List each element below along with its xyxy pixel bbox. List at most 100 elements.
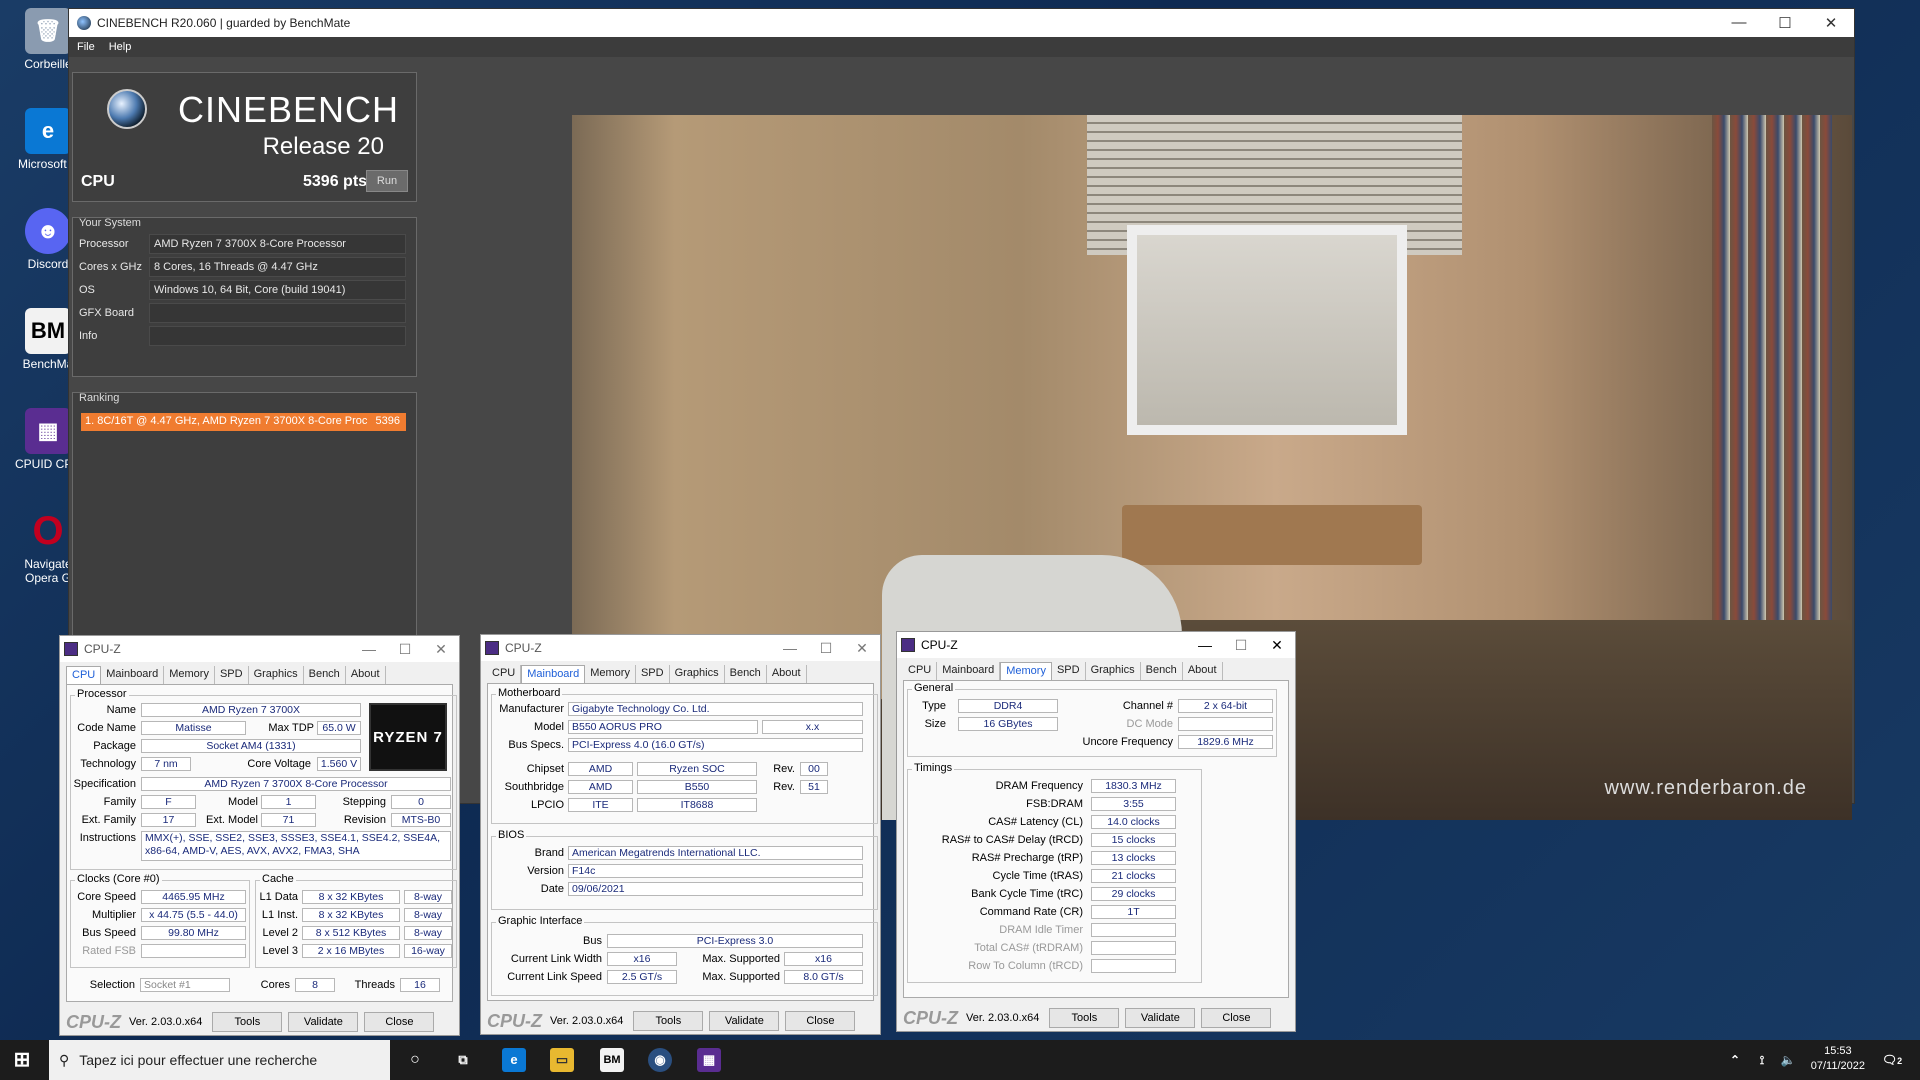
code-name: Matisse: [141, 721, 246, 735]
cpuid-icon: ▦: [25, 408, 71, 454]
tab-bench[interactable]: Bench: [304, 666, 346, 684]
maximize-button[interactable]: ☐: [808, 640, 844, 657]
file-explorer-icon[interactable]: ▭: [550, 1048, 574, 1072]
lpcio-vendor: ITE: [568, 798, 633, 812]
tab-memory[interactable]: Memory: [585, 665, 636, 683]
tab-about[interactable]: About: [346, 666, 386, 684]
cinebench-taskbar-icon[interactable]: ◉: [648, 1048, 672, 1072]
revision: MTS-B0: [391, 813, 451, 827]
run-button[interactable]: Run: [366, 170, 408, 192]
tools-button[interactable]: Tools: [1049, 1008, 1120, 1028]
tab-about[interactable]: About: [1183, 662, 1223, 680]
close-cpuz-button[interactable]: Close: [364, 1012, 435, 1032]
multiplier: x 44.75 (5.5 - 44.0): [141, 908, 246, 922]
cinebench-app-icon: [77, 16, 91, 30]
tab-bench[interactable]: Bench: [725, 665, 767, 683]
tab-cpu[interactable]: CPU: [903, 662, 938, 680]
close-cpuz-button[interactable]: Close: [785, 1011, 856, 1031]
close-button[interactable]: ✕: [423, 641, 459, 658]
chipset-name: Ryzen SOC: [637, 762, 757, 776]
chevron-up-icon[interactable]: ⌃: [1723, 1048, 1747, 1072]
l1-data: 8 x 32 KBytes: [302, 890, 400, 904]
gi-max-speed: 8.0 GT/s: [784, 970, 863, 984]
discord-icon: ☻: [25, 208, 71, 254]
render-window: [1127, 225, 1407, 435]
gi-link-speed: 2.5 GT/s: [607, 970, 677, 984]
lpcio-name: IT8688: [637, 798, 757, 812]
tab-graphics[interactable]: Graphics: [1086, 662, 1141, 680]
menu-help[interactable]: Help: [109, 41, 132, 53]
tab-mainboard[interactable]: Mainboard: [101, 666, 165, 684]
cpuz-window-cpu: CPU-Z — ☐ ✕ CPU Mainboard Memory SPD Graphics Be…: [59, 635, 460, 1036]
l1-data-ways: 8-way: [404, 890, 452, 904]
cpuz-logo: CPU-Z: [487, 1010, 542, 1031]
cpuz-window-memory: CPU-Z — ☐ ✕ CPU Mainboard Memory SPD Graphics Be…: [896, 631, 1296, 1032]
tab-graphics[interactable]: Graphics: [249, 666, 304, 684]
row-to-column: [1091, 959, 1176, 973]
close-button[interactable]: ✕: [1808, 14, 1854, 32]
network-icon[interactable]: ⟟: [1750, 1048, 1774, 1072]
gi-max-width: x16: [784, 952, 863, 966]
tab-cpu[interactable]: CPU: [66, 666, 102, 684]
cpuz-titlebar[interactable]: CPU-Z — ☐ ✕: [897, 632, 1295, 658]
volume-icon[interactable]: 🔈: [1776, 1048, 1800, 1072]
tab-bench[interactable]: Bench: [1141, 662, 1183, 680]
notification-icon[interactable]: 🗨2: [1880, 1048, 1904, 1072]
command-rate: 1T: [1091, 905, 1176, 919]
gi-link-width: x16: [607, 952, 677, 966]
maximize-button[interactable]: ☐: [1762, 14, 1808, 32]
search-box[interactable]: ⚲ Tapez ici pour effectuer une recherche: [49, 1040, 390, 1080]
memory-channels: 2 x 64-bit: [1178, 699, 1273, 713]
maximize-button[interactable]: ☐: [387, 641, 423, 658]
cpuz-titlebar[interactable]: CPU-Z — ☐ ✕: [481, 635, 880, 661]
menu-file[interactable]: File: [77, 41, 95, 53]
minimize-button[interactable]: —: [1716, 14, 1762, 32]
windows-start-icon[interactable]: ⊞: [10, 1048, 34, 1072]
bios-group: BIOS Brand American Megatrends Internatio…: [491, 829, 878, 910]
minimize-button[interactable]: —: [1187, 637, 1223, 654]
maximize-button[interactable]: ☐: [1223, 637, 1259, 654]
clock[interactable]: 15:53 07/11/2022: [1811, 1044, 1865, 1074]
cpuz-titlebar[interactable]: CPU-Z — ☐ ✕: [60, 636, 459, 662]
tab-memory[interactable]: Memory: [1000, 662, 1052, 680]
tab-spd[interactable]: SPD: [215, 666, 249, 684]
close-button[interactable]: ✕: [1259, 637, 1295, 654]
tab-memory[interactable]: Memory: [164, 666, 215, 684]
tools-button[interactable]: Tools: [212, 1012, 283, 1032]
mb-bus-specs: PCI-Express 4.0 (16.0 GT/s): [568, 738, 863, 752]
cpu-score: 5396 pts: [303, 173, 368, 190]
cortana-icon[interactable]: ○: [403, 1048, 427, 1072]
cpuz-footer: CPU-Z Ver. 2.03.0.x64 Tools Validate Close: [487, 1010, 874, 1032]
close-button[interactable]: ✕: [844, 640, 880, 657]
cpuz-tabs: CPU Mainboard Memory SPD Graphics Bench About: [487, 665, 874, 683]
cpuz-version: Ver. 2.03.0.x64: [550, 1015, 624, 1027]
cpuz-tabs: CPU Mainboard Memory SPD Graphics Bench About: [903, 662, 1289, 680]
validate-button[interactable]: Validate: [288, 1012, 359, 1032]
tab-mainboard[interactable]: Mainboard: [521, 665, 586, 683]
mb-model-rev: x.x: [762, 720, 863, 734]
edge-taskbar-icon[interactable]: e: [502, 1048, 526, 1072]
minimize-button[interactable]: —: [351, 641, 387, 658]
socket-select[interactable]: Socket #1: [140, 978, 230, 992]
cinebench-titlebar[interactable]: CINEBENCH R20.060 | guarded by BenchMate…: [69, 9, 1854, 37]
close-cpuz-button[interactable]: Close: [1201, 1008, 1272, 1028]
chipset-vendor: AMD: [568, 762, 633, 776]
task-view-icon[interactable]: ⧉: [451, 1048, 475, 1072]
tools-button[interactable]: Tools: [633, 1011, 704, 1031]
family: F: [141, 795, 196, 809]
ranking-entry[interactable]: 1. 8C/16T @ 4.47 GHz, AMD Ryzen 7 3700X …: [81, 413, 406, 431]
tab-cpu[interactable]: CPU: [487, 665, 522, 683]
benchmate-taskbar-icon[interactable]: BM: [600, 1048, 624, 1072]
tab-about[interactable]: About: [767, 665, 807, 683]
cpuz-taskbar-icon[interactable]: ▦: [697, 1048, 721, 1072]
tab-spd[interactable]: SPD: [1052, 662, 1086, 680]
minimize-button[interactable]: —: [772, 640, 808, 657]
tab-spd[interactable]: SPD: [636, 665, 670, 683]
tab-mainboard[interactable]: Mainboard: [937, 662, 1001, 680]
model: 1: [261, 795, 316, 809]
validate-button[interactable]: Validate: [1125, 1008, 1196, 1028]
tab-graphics[interactable]: Graphics: [670, 665, 725, 683]
cinebench-release: Release 20: [262, 133, 384, 160]
system-row-os: OS Windows 10, 64 Bit, Core (build 19041): [79, 280, 406, 302]
validate-button[interactable]: Validate: [709, 1011, 780, 1031]
